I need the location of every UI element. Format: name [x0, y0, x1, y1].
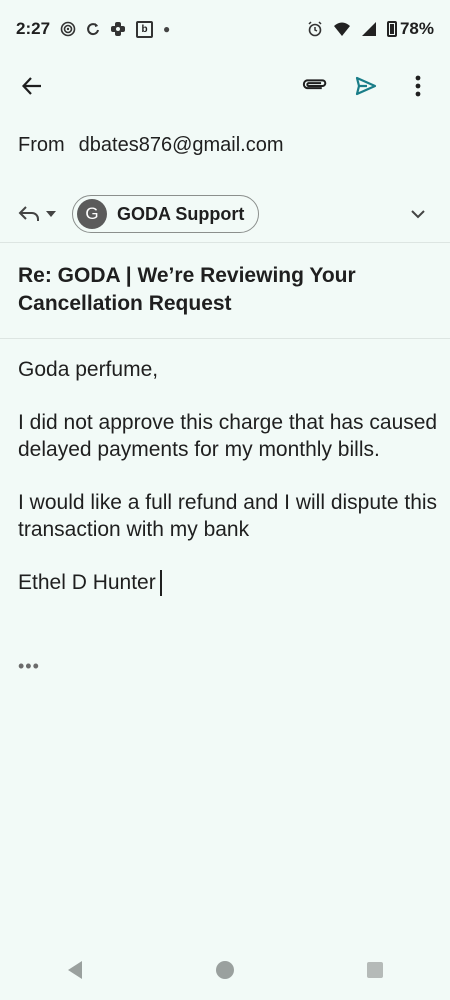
send-icon	[355, 76, 377, 96]
show-quoted-text-button[interactable]: •••	[18, 656, 40, 677]
message-body[interactable]: Goda perfume, I did not approve this cha…	[18, 356, 438, 597]
square-recents-icon	[367, 962, 383, 978]
avatar: G	[77, 199, 107, 229]
body-greeting: Goda perfume,	[18, 358, 159, 381]
nav-home-button[interactable]	[211, 956, 239, 984]
to-row: G GODA Support	[0, 190, 450, 238]
nav-recents-button[interactable]	[361, 956, 389, 984]
body-paragraph: I would like a full refund and I will di…	[18, 491, 438, 541]
reply-icon	[18, 206, 39, 221]
send-button[interactable]	[352, 72, 380, 100]
recipient-name: GODA Support	[117, 203, 245, 224]
arrow-left-icon	[21, 77, 41, 95]
more-vert-icon	[415, 75, 421, 97]
caret-down-icon	[46, 211, 56, 217]
battery-percent: 78%	[399, 19, 434, 38]
wifi-icon	[333, 21, 351, 37]
paperclip-icon	[302, 79, 327, 90]
attach-button[interactable]	[300, 72, 328, 100]
alarm-icon	[307, 21, 323, 37]
expand-recipients-button[interactable]	[404, 200, 432, 228]
b-icon: b	[136, 20, 154, 38]
body-paragraph: I did not approve this charge that has c…	[18, 411, 438, 461]
from-label: From	[18, 134, 65, 156]
notification-dot-icon: ●	[163, 22, 171, 36]
nav-back-button[interactable]	[61, 956, 89, 984]
divider	[0, 338, 450, 339]
circle-home-icon	[216, 961, 234, 979]
sync-icon	[86, 22, 100, 36]
status-time: 2:27	[16, 19, 51, 38]
chevron-down-icon	[411, 210, 425, 219]
recipient-chip[interactable]: G GODA Support	[72, 195, 260, 233]
subject-field[interactable]: Re: GODA | We’re Reviewing Your Cancella…	[18, 262, 428, 318]
battery-icon	[386, 21, 397, 37]
divider	[0, 242, 450, 243]
text-cursor	[159, 570, 162, 597]
signal-icon	[361, 21, 377, 37]
system-nav-bar	[0, 940, 450, 1000]
back-button[interactable]	[18, 72, 46, 100]
reply-type-selector[interactable]	[18, 205, 56, 223]
from-email[interactable]: dbates876@gmail.com	[79, 134, 284, 157]
gear-flower-icon	[110, 21, 126, 37]
triangle-back-icon	[68, 961, 82, 979]
more-options-button[interactable]	[404, 72, 432, 100]
gps-ring-icon	[60, 21, 76, 37]
body-signature: Ethel D Hunter	[18, 571, 156, 594]
status-bar: 2:27 b ● 78%	[0, 0, 450, 58]
compose-toolbar	[0, 58, 450, 114]
signature-line: Ethel D Hunter	[18, 569, 438, 597]
from-row[interactable]: From dbates876@gmail.com	[18, 134, 284, 157]
